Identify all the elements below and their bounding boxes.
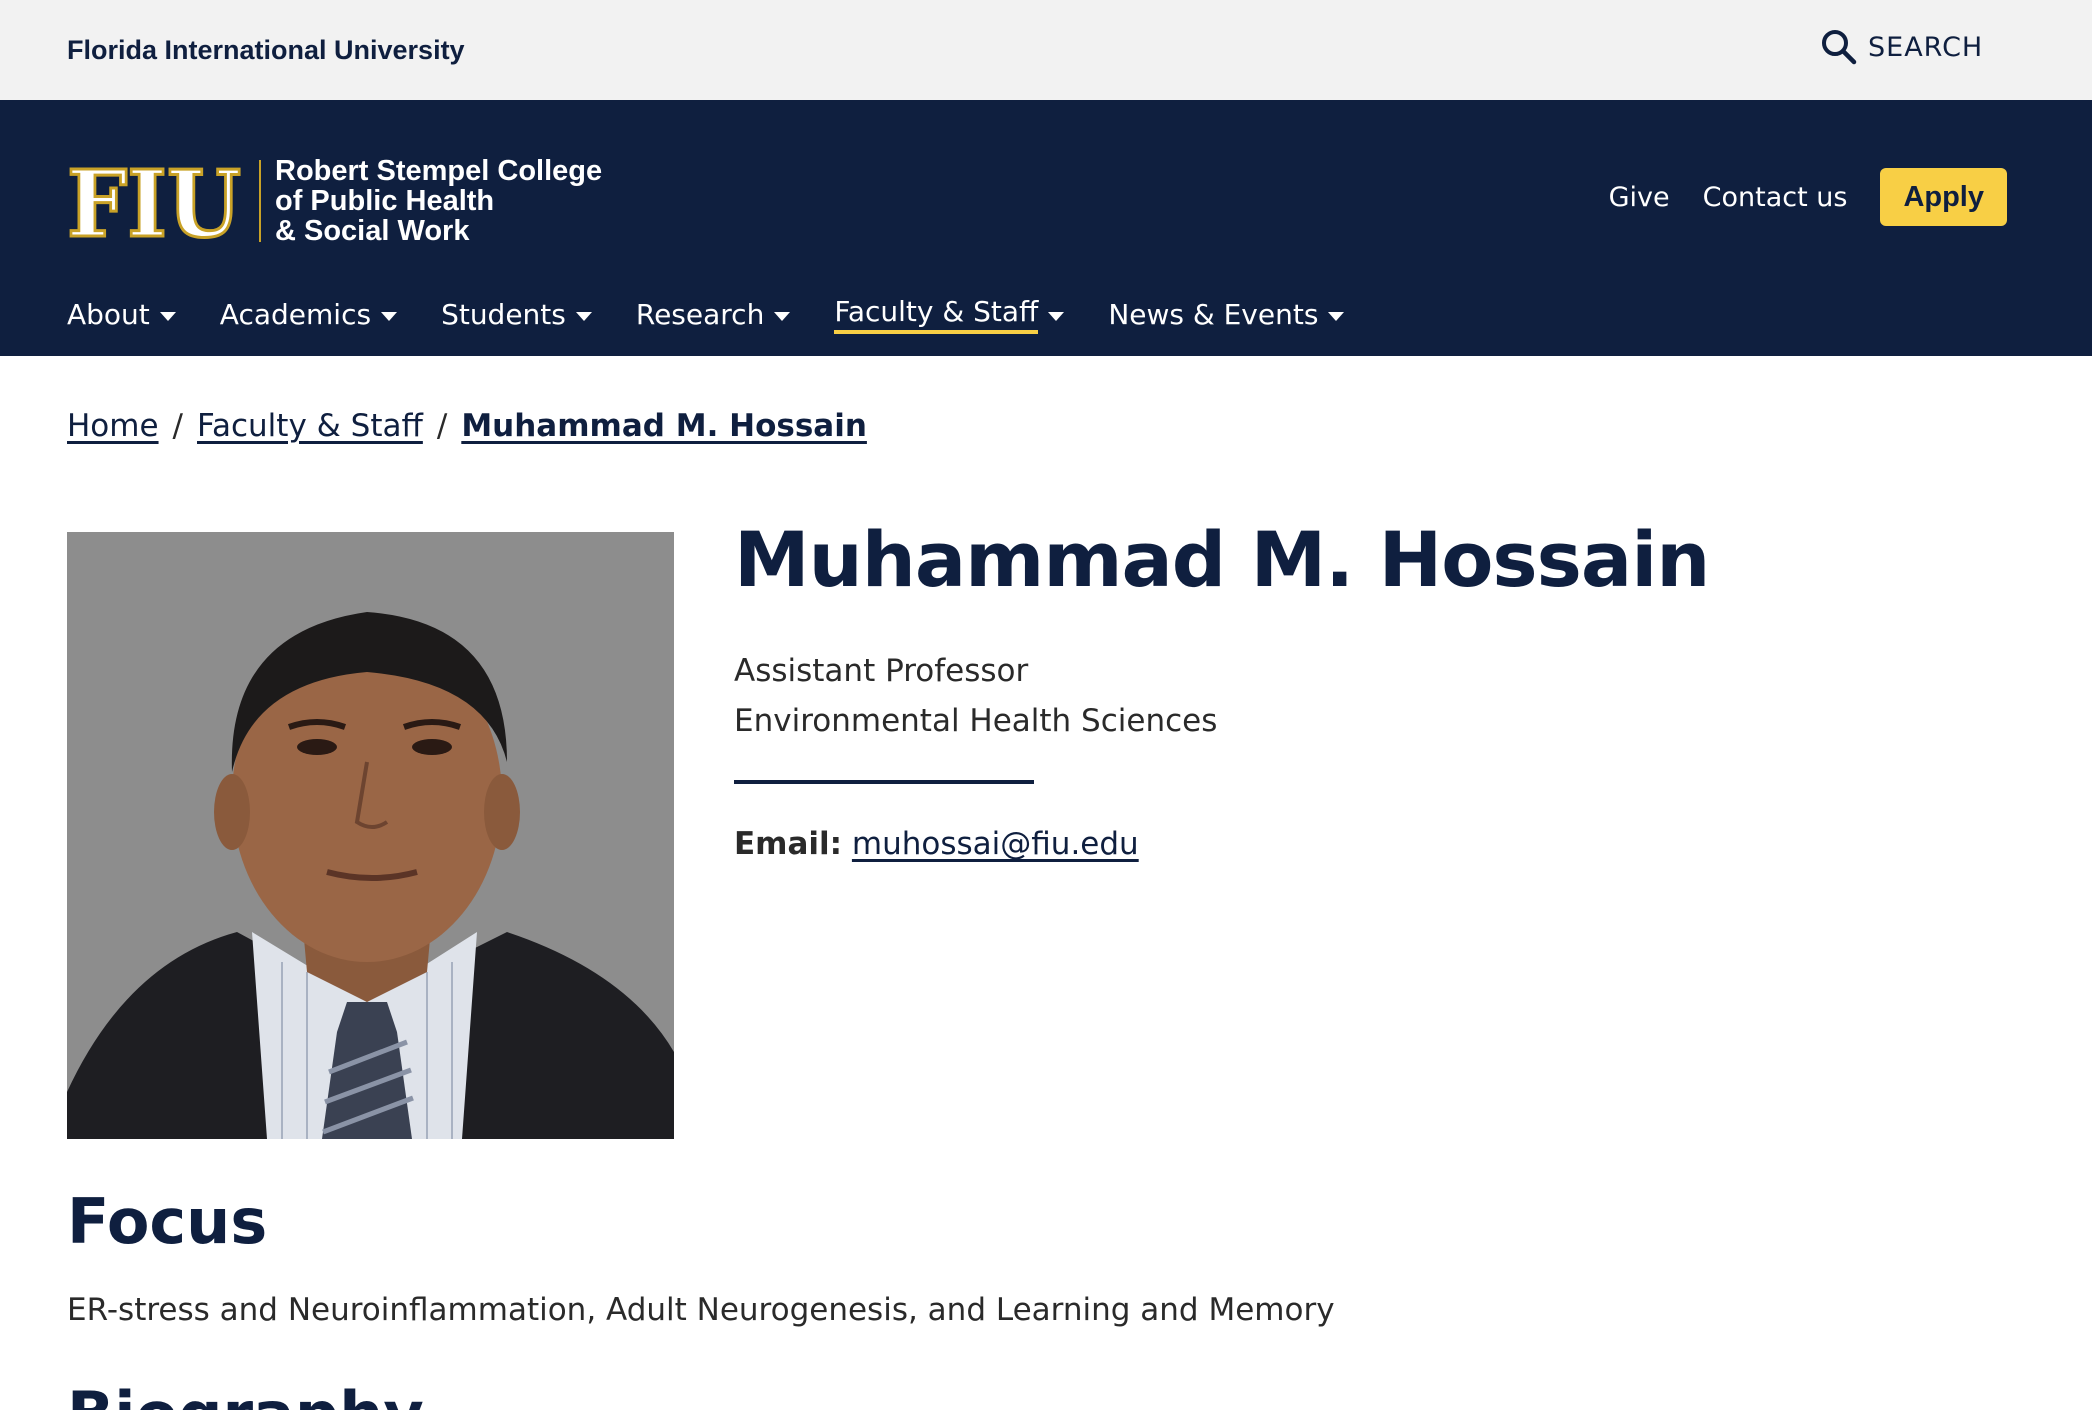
nav-label: News & Events	[1108, 298, 1319, 331]
caret-down-icon	[381, 312, 398, 321]
contact-us-link[interactable]: Contact us	[1703, 182, 1848, 213]
nav-item-academics[interactable]: Academics	[219, 295, 398, 340]
breadcrumb-home-link[interactable]: Home	[67, 408, 159, 444]
search-button[interactable]: SEARCH	[1820, 28, 1983, 66]
college-name-line: & Social Work	[275, 215, 470, 247]
breadcrumb-separator: /	[436, 408, 448, 444]
caret-down-icon	[1048, 312, 1065, 321]
search-icon	[1822, 30, 1857, 65]
college-name: Robert Stempel College of Public Health …	[275, 156, 602, 246]
breadcrumb-faculty-staff-link[interactable]: Faculty & Staff	[197, 408, 423, 444]
email-label: Email:	[734, 826, 843, 862]
nav-item-about[interactable]: About	[67, 295, 176, 340]
logo-divider	[259, 160, 261, 242]
caret-down-icon	[1328, 312, 1345, 321]
nav-label: Students	[441, 298, 566, 331]
fiu-logo-mark: FIU	[67, 158, 243, 244]
college-name-line: of Public Health	[275, 185, 495, 217]
job-title: Assistant Professor	[734, 653, 1029, 689]
caret-down-icon	[774, 312, 791, 321]
nav-label: Faculty & Staff	[834, 295, 1039, 334]
apply-button[interactable]: Apply	[1880, 168, 2007, 226]
header-links: Give Contact us Apply	[1609, 168, 2007, 226]
department: Environmental Health Sciences	[734, 703, 1218, 739]
main-nav: About Academics Students Research Facult…	[67, 295, 1388, 340]
nav-label: Academics	[219, 298, 372, 331]
focus-heading: Focus	[67, 1185, 268, 1258]
nav-item-students[interactable]: Students	[441, 295, 592, 340]
focus-text: ER-stress and Neuroinflammation, Adult N…	[67, 1292, 1335, 1328]
biography-heading: Biography	[67, 1378, 424, 1410]
utility-bar: Florida International University SEARCH	[0, 0, 2092, 100]
person-portrait-image	[67, 532, 674, 1139]
search-label: SEARCH	[1868, 31, 1984, 63]
svg-text:FIU: FIU	[67, 158, 241, 244]
profile-name: Muhammad M. Hossain	[734, 515, 1710, 604]
caret-down-icon	[575, 312, 592, 321]
email-link[interactable]: muhossai@fiu.edu	[852, 826, 1139, 862]
college-name-line: Robert Stempel College	[275, 155, 603, 187]
divider-rule	[734, 780, 1034, 784]
nav-label: Research	[635, 298, 765, 331]
breadcrumb: Home / Faculty & Staff / Muhammad M. Hos…	[67, 408, 867, 444]
give-link[interactable]: Give	[1609, 182, 1670, 213]
nav-label: About	[67, 298, 150, 331]
email-row: Email: muhossai@fiu.edu	[734, 826, 1139, 862]
breadcrumb-separator: /	[172, 408, 183, 444]
site-header: FIU Robert Stempel College of Public Hea…	[0, 100, 2092, 356]
university-name[interactable]: Florida International University	[67, 35, 465, 66]
profile-photo	[67, 532, 674, 1139]
nav-item-faculty-staff[interactable]: Faculty & Staff	[834, 295, 1065, 340]
nav-item-research[interactable]: Research	[635, 295, 791, 340]
college-logo[interactable]: FIU Robert Stempel College of Public Hea…	[67, 156, 602, 246]
breadcrumb-current-link[interactable]: Muhammad M. Hossain	[461, 408, 867, 444]
caret-down-icon	[159, 312, 176, 321]
profile-title-block: Assistant Professor Environmental Health…	[734, 646, 1217, 746]
nav-item-news-events[interactable]: News & Events	[1108, 295, 1345, 340]
